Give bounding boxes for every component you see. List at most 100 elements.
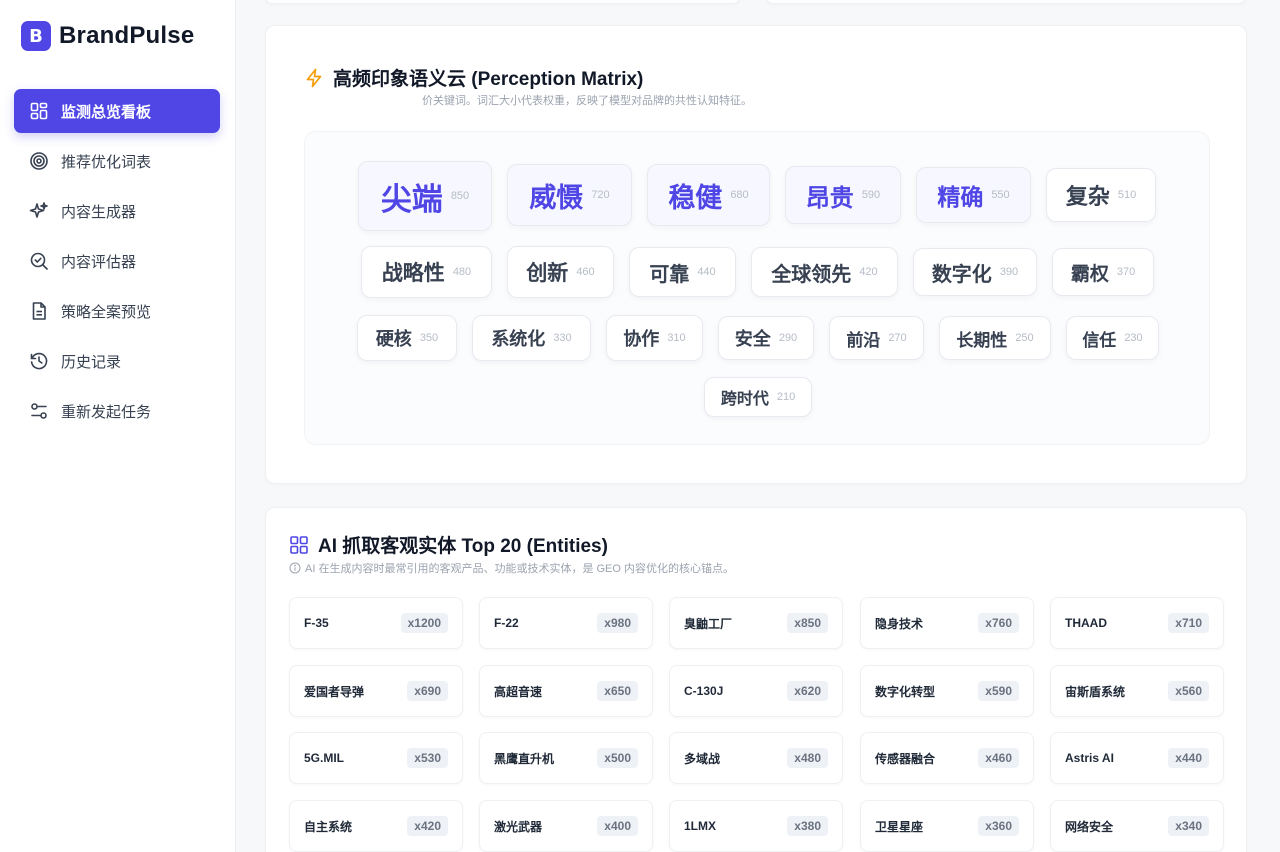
- entity-item[interactable]: 隐身技术 x760: [860, 597, 1034, 649]
- word-tag[interactable]: 全球领先 420: [751, 247, 898, 297]
- entity-name: 宙斯盾系统: [1065, 684, 1126, 699]
- word-tag-count: 850: [450, 190, 470, 202]
- sidebar-item-label: 内容评估器: [61, 253, 137, 271]
- entity-name: 隐身技术: [875, 616, 924, 631]
- entity-name: C-130J: [684, 684, 724, 698]
- word-tag[interactable]: 战略性 480: [361, 246, 492, 298]
- word-tag[interactable]: 安全 290: [718, 316, 814, 360]
- sidebar-item-label: 监测总览看板: [61, 103, 152, 121]
- entity-item[interactable]: 自主系统 x420: [289, 800, 463, 852]
- sidebar-item-history[interactable]: 历史记录: [14, 339, 220, 383]
- entity-item[interactable]: 5G.MIL x530: [289, 732, 463, 784]
- entity-item[interactable]: Astris AI x440: [1050, 732, 1224, 784]
- entity-item[interactable]: 多域战 x480: [669, 732, 843, 784]
- history-icon: [29, 351, 49, 371]
- word-tag[interactable]: 稳健 680: [647, 164, 770, 226]
- word-tag-word: 全球领先: [771, 263, 852, 286]
- entity-name: 多域战: [684, 751, 721, 766]
- word-tag[interactable]: 昂贵 590: [785, 166, 901, 224]
- perception-matrix-card: 高频印象语义云 (Perception Matrix) 价关键词。词汇大小代表权…: [265, 25, 1247, 484]
- entities-title: AI 抓取客观实体 Top 20 (Entities): [288, 531, 608, 558]
- sidebar-item-label: 内容生成器: [61, 203, 137, 221]
- sidebar-item-content-generator[interactable]: 内容生成器: [14, 189, 220, 233]
- word-tag-word: 协作: [623, 329, 660, 349]
- entity-name: 爱国者导弹: [304, 684, 365, 699]
- entity-item[interactable]: 宙斯盾系统 x560: [1050, 665, 1224, 717]
- sparkles-icon: [29, 201, 49, 221]
- entity-count: x710: [1168, 613, 1209, 633]
- word-tag[interactable]: 长期性 250: [939, 316, 1051, 360]
- entity-item[interactable]: 黑鹰直升机 x500: [479, 732, 653, 784]
- word-tag-word: 复杂: [1065, 184, 1110, 209]
- word-tag-count: 390: [999, 266, 1019, 278]
- entity-count: x980: [597, 613, 638, 633]
- word-tag-word: 数字化: [931, 263, 992, 286]
- entity-item[interactable]: 高超音速 x650: [479, 665, 653, 717]
- entity-name: 黑鹰直升机: [494, 751, 555, 766]
- word-tag-word: 可靠: [649, 263, 690, 286]
- dashboard-grid-icon: [29, 101, 49, 121]
- entity-item[interactable]: 卫星星座 x360: [860, 800, 1034, 852]
- word-tag-count: 230: [1124, 332, 1143, 344]
- entity-item[interactable]: THAAD x710: [1050, 597, 1224, 649]
- word-tag[interactable]: 威慑 720: [507, 164, 632, 226]
- entity-item[interactable]: F-35 x1200: [289, 597, 463, 649]
- entity-item[interactable]: 数字化转型 x590: [860, 665, 1034, 717]
- word-tag-word: 系统化: [491, 329, 546, 349]
- word-tag-count: 250: [1015, 332, 1034, 344]
- entity-count: x620: [787, 681, 828, 701]
- sidebar-item-strategy-preview[interactable]: 策略全案预览: [14, 289, 220, 333]
- entity-name: THAAD: [1065, 616, 1107, 630]
- word-tag[interactable]: 信任 230: [1066, 316, 1159, 360]
- word-tag[interactable]: 尖端 850: [358, 161, 492, 231]
- sidebar-item-label: 推荐优化词表: [61, 153, 152, 171]
- word-tag[interactable]: 霸权 370: [1052, 248, 1154, 296]
- sidebar-item-content-evaluator[interactable]: 内容评估器: [14, 239, 220, 283]
- word-tag[interactable]: 创新 460: [507, 246, 614, 298]
- word-tag[interactable]: 前沿 270: [829, 316, 924, 360]
- word-tag-word: 尖端: [380, 181, 443, 217]
- target-icon: [29, 151, 49, 171]
- entity-item[interactable]: 传感器融合 x460: [860, 732, 1034, 784]
- sidebar-item-dashboard[interactable]: 监测总览看板: [14, 89, 220, 133]
- entity-name: 5G.MIL: [304, 751, 345, 765]
- entity-item[interactable]: C-130J x620: [669, 665, 843, 717]
- entity-name: 自主系统: [304, 819, 353, 834]
- sidebar-item-restart-task[interactable]: 重新发起任务: [14, 389, 220, 433]
- sidebar-item-label: 重新发起任务: [61, 403, 152, 421]
- word-tag[interactable]: 硬核 350: [357, 315, 457, 361]
- entity-item[interactable]: 1LMX x380: [669, 800, 843, 852]
- perception-subtitle: 价关键词。词汇大小代表权重，反映了模型对品牌的共性认知特征。: [422, 95, 752, 107]
- brand[interactable]: B BrandPulse: [21, 21, 194, 51]
- entity-count: x850: [787, 613, 828, 633]
- word-tag-word: 战略性: [381, 262, 445, 285]
- entity-name: 激光武器: [494, 819, 543, 834]
- entity-count: x340: [1168, 816, 1209, 836]
- entity-name: 1LMX: [684, 819, 717, 833]
- entity-count: x760: [978, 613, 1019, 633]
- word-tag[interactable]: 系统化 330: [472, 315, 591, 361]
- summary-card-clipped: [265, 0, 740, 4]
- entity-item[interactable]: 臭鼬工厂 x850: [669, 597, 843, 649]
- word-tag[interactable]: 跨时代 210: [704, 377, 812, 417]
- word-tag[interactable]: 数字化 390: [913, 248, 1037, 296]
- entity-item[interactable]: 激光武器 x400: [479, 800, 653, 852]
- entity-item[interactable]: 爱国者导弹 x690: [289, 665, 463, 717]
- word-tag[interactable]: 可靠 440: [629, 247, 736, 297]
- sidebar-nav: 监测总览看板 推荐优化词表 内容生成器 内容评估器 策略全案预览 历史记录 重新…: [14, 89, 220, 439]
- word-tag-count: 720: [591, 189, 610, 201]
- entity-name: 数字化转型: [875, 684, 936, 699]
- entity-item[interactable]: F-22 x980: [479, 597, 653, 649]
- word-tag-word: 硬核: [375, 329, 412, 349]
- word-tag[interactable]: 复杂 510: [1046, 168, 1156, 222]
- entity-count: x400: [597, 816, 638, 836]
- entity-name: F-35: [304, 616, 329, 630]
- word-tag-count: 270: [888, 332, 907, 344]
- word-tag[interactable]: 精确 550: [916, 167, 1031, 223]
- entity-item[interactable]: 网络安全 x340: [1050, 800, 1224, 852]
- word-tag-count: 310: [667, 332, 686, 344]
- word-tag[interactable]: 协作 310: [606, 315, 703, 361]
- sidebar-item-keywords[interactable]: 推荐优化词表: [14, 139, 220, 183]
- word-tag-word: 稳健: [668, 182, 723, 213]
- word-tag-word: 前沿: [846, 330, 881, 350]
